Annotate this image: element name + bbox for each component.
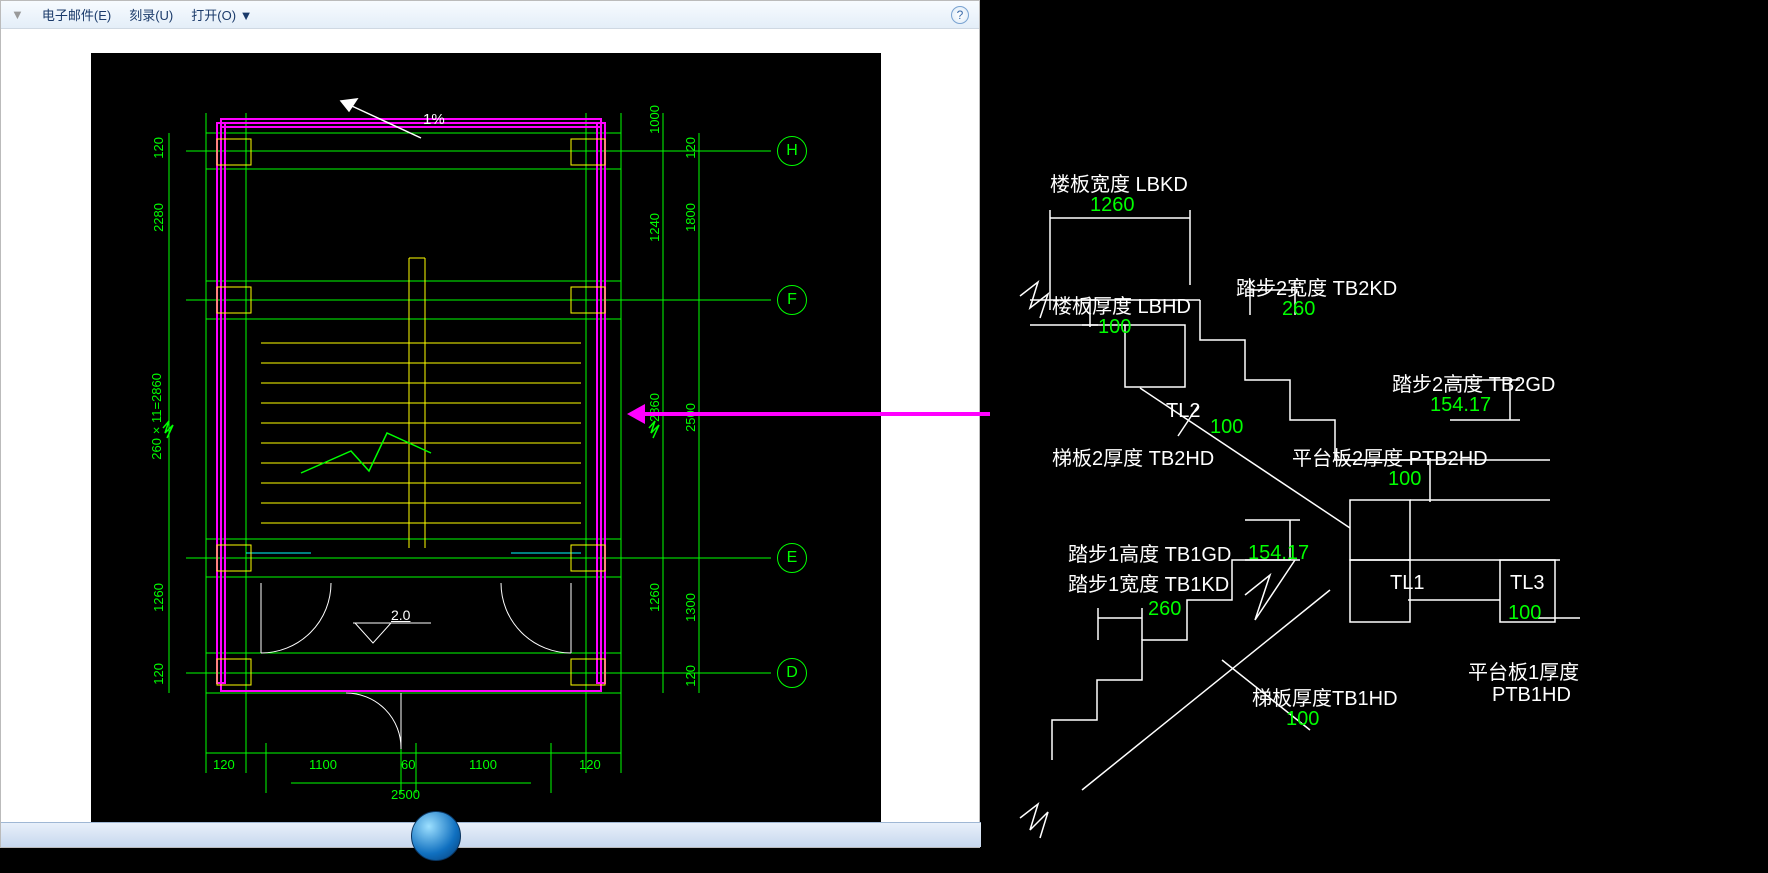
dim-b-1: 120 [213,757,235,772]
slope-text: 1% [423,111,445,128]
dim-b-5: 120 [579,757,601,772]
label-tb2kd: 踏步2宽度 TB2KD [1236,272,1397,301]
stair-section-panel: 楼板宽度 LBKD 1260 楼板厚度 LBHD 100 踏步2宽度 TB2KD… [990,0,1768,873]
menu-email[interactable]: 电子邮件(E) [42,5,111,24]
label-lbhd: 楼板厚度 LBHD [1052,290,1191,319]
label-tl3: TL3 [1510,572,1544,595]
dropdown-icon[interactable]: ▼ [11,7,24,22]
val-ptb2hd: 100 [1388,468,1421,491]
label-tb1hd: 梯板厚度TB1HD [1252,682,1398,711]
val-tb1gd: 154.17 [1248,542,1309,565]
val-tb1kd: 260 [1148,598,1181,621]
dim-b-3: 60 [401,757,415,772]
label-ptb1hd: 平台板1厚度 [1468,656,1579,685]
chevron-down-icon: ▼ [240,8,253,23]
dim-r-7: 1260 [647,583,662,612]
val-lbkd: 1260 [1090,194,1135,217]
label-tb2gd: 踏步2高度 TB2GD [1392,368,1555,397]
grid-bubble-E: E [777,543,807,573]
val-tb2hd: 100 [1210,416,1243,439]
help-icon[interactable]: ? [951,6,969,24]
dim-re-1: 120 [683,137,698,159]
dim-re-5: 120 [683,665,698,687]
dim-r-6: 2500 [683,403,698,432]
label-tb1kd: 踏步1宽度 TB1KD [1068,568,1229,597]
cad-plan-svg [91,53,881,831]
label-tl2: TL2 [1166,400,1200,423]
val-tb2kd: 260 [1282,298,1315,321]
image-viewer-window: ▼ 电子邮件(E) 刻录(U) 打开(O) ▼ ? [0,0,980,848]
label-tl1: TL1 [1390,572,1424,595]
menu-record[interactable]: 刻录(U) [129,5,173,24]
start-orb[interactable] [411,811,461,861]
val-tl3: 100 [1508,602,1541,625]
menubar: ▼ 电子邮件(E) 刻录(U) 打开(O) ▼ ? [1,1,979,29]
dim-r-8: 1300 [683,593,698,622]
dim-r-5: 2860 [647,393,662,422]
cad-plan-viewport: H F E D 120 2280 260×11=2860 1260 120 10… [91,53,881,831]
taskbar [1,822,981,847]
dim-b-2: 1100 [309,757,337,772]
dim-b-total: 2500 [391,787,420,802]
dim-left-2: 2280 [151,203,166,232]
dim-left-3: 260×11=2860 [149,373,164,460]
grid-bubble-F: F [777,285,807,315]
dim-r-4: 1800 [683,203,698,232]
label-tb2hd: 梯板2厚度 TB2HD [1052,442,1214,471]
label-ptb2hd: 平台板2厚度 PTB2HD [1292,442,1488,471]
val-tb2gd: 154.17 [1430,394,1491,417]
menu-open[interactable]: 打开(O) ▼ [191,5,252,24]
dim-left-4: 1260 [151,583,166,612]
label-lbkd: 楼板宽度 LBKD [1050,168,1188,197]
label-tb1gd: 踏步1高度 TB1GD [1068,538,1231,567]
val-lbhd: 100 [1098,316,1131,339]
stair-section-svg [990,0,1768,873]
grid-bubble-H: H [777,136,807,166]
dim-left-5: 120 [151,663,166,685]
callout-arrow [635,412,1045,416]
dim-b-4: 1100 [469,757,497,772]
val-tb1hd: 100 [1286,708,1319,731]
dim-r-1: 1000 [647,105,662,134]
dim-left-1: 120 [151,137,166,159]
dim-r-3: 1240 [647,213,662,242]
level-text: 2.0 [391,607,410,623]
grid-bubble-D: D [777,658,807,688]
code-ptb1hd: PTB1HD [1492,684,1571,707]
